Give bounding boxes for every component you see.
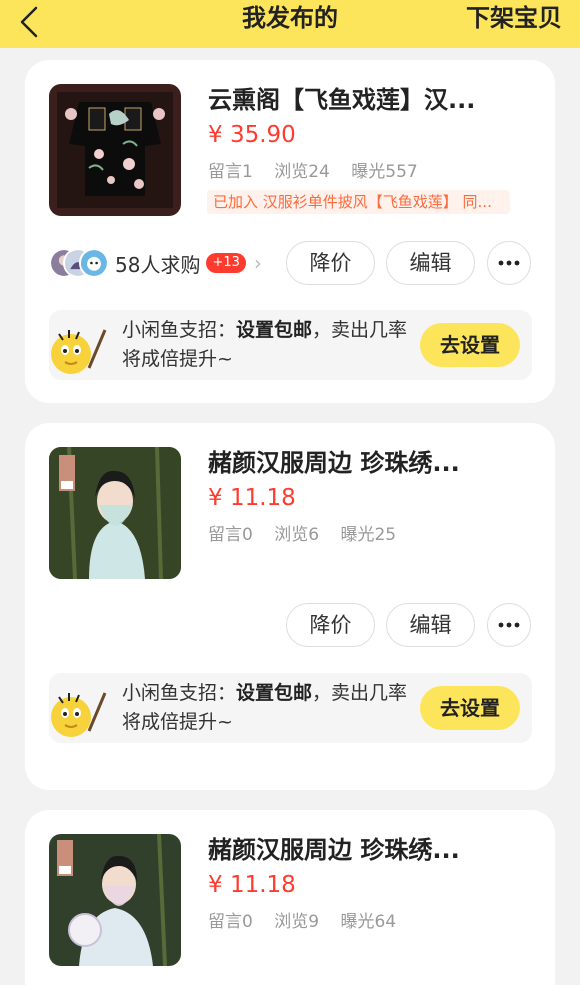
item-stats: 留言0 浏览9 曝光64 [208, 910, 412, 934]
buyer-avatars [49, 246, 115, 280]
go-settings-button[interactable]: 去设置 [420, 323, 520, 367]
more-options-button[interactable] [487, 241, 531, 285]
more-dots-icon [498, 622, 520, 628]
item-title[interactable]: 赭颜汉服周边 珍珠绣... [208, 834, 538, 866]
views-count: 浏览24 [274, 162, 330, 182]
item-stats: 留言1 浏览24 曝光557 [208, 160, 434, 184]
chevron-right-icon: › [253, 251, 262, 275]
collection-tag[interactable]: 已加入 汉服衫单件披风【飞鱼戏莲】 同... [207, 190, 510, 214]
views-count: 浏览6 [274, 525, 320, 545]
tip-message: 小闲鱼支招：设置包邮，卖出几率将成倍提升~ [122, 679, 412, 737]
item-price: ¥ 35.90 [208, 122, 296, 148]
views-count: 浏览9 [274, 912, 320, 932]
product-thumbnail[interactable] [49, 84, 181, 216]
item-card[interactable]: 赭颜汉服周边 珍珠绣... ¥ 11.18 留言0 浏览6 曝光25 降价 编辑… [25, 423, 555, 790]
reduce-price-button[interactable]: 降价 [286, 603, 375, 647]
comments-count: 留言0 [208, 912, 253, 932]
shipping-tip: 小闲鱼支招：设置包邮，卖出几率将成倍提升~ 去设置 [49, 673, 532, 743]
item-title[interactable]: 赭颜汉服周边 珍珠绣... [208, 447, 538, 479]
exposure-count: 曝光64 [340, 912, 397, 932]
reduce-price-button[interactable]: 降价 [286, 241, 375, 285]
demand-count: 58人求购 [115, 252, 201, 277]
tip-message: 小闲鱼支招：设置包邮，卖出几率将成倍提升~ [122, 316, 412, 374]
exposure-count: 曝光557 [351, 162, 418, 182]
edit-button[interactable]: 编辑 [386, 603, 475, 647]
item-title[interactable]: 云熏阁【飞鱼戏莲】汉... [208, 84, 538, 116]
comments-count: 留言1 [208, 162, 253, 182]
go-settings-button[interactable]: 去设置 [420, 686, 520, 730]
buyer-demand[interactable]: 58人求购 +13 › [49, 245, 262, 281]
exposure-count: 曝光25 [340, 525, 397, 545]
avatar [79, 248, 109, 278]
item-card[interactable]: 赭颜汉服周边 珍珠绣... ¥ 11.18 留言0 浏览9 曝光64 [25, 810, 555, 985]
shipping-tip: 小闲鱼支招：设置包邮，卖出几率将成倍提升~ 去设置 [49, 310, 532, 380]
product-thumbnail[interactable] [49, 834, 181, 966]
comments-count: 留言0 [208, 525, 253, 545]
fish-mascot-icon [51, 692, 107, 737]
tip-prefix: 小闲鱼支招： [122, 319, 237, 341]
fish-mascot-icon [51, 329, 107, 374]
tip-prefix: 小闲鱼支招： [122, 682, 237, 704]
new-demand-badge: +13 [206, 253, 246, 273]
item-price: ¥ 11.18 [208, 872, 296, 898]
item-card[interactable]: 云熏阁【飞鱼戏莲】汉... ¥ 35.90 留言1 浏览24 曝光557 已加入… [25, 60, 555, 403]
item-stats: 留言0 浏览6 曝光25 [208, 523, 412, 547]
tip-highlight: 设置包邮 [236, 682, 313, 704]
edit-button[interactable]: 编辑 [386, 241, 475, 285]
item-price: ¥ 11.18 [208, 485, 296, 511]
more-dots-icon [498, 260, 520, 266]
more-options-button[interactable] [487, 603, 531, 647]
tip-highlight: 设置包邮 [236, 319, 313, 341]
top-bar: 我发布的 下架宝贝 [0, 0, 580, 48]
delisted-items-button[interactable]: 下架宝贝 [466, 2, 562, 34]
product-thumbnail[interactable] [49, 447, 181, 579]
